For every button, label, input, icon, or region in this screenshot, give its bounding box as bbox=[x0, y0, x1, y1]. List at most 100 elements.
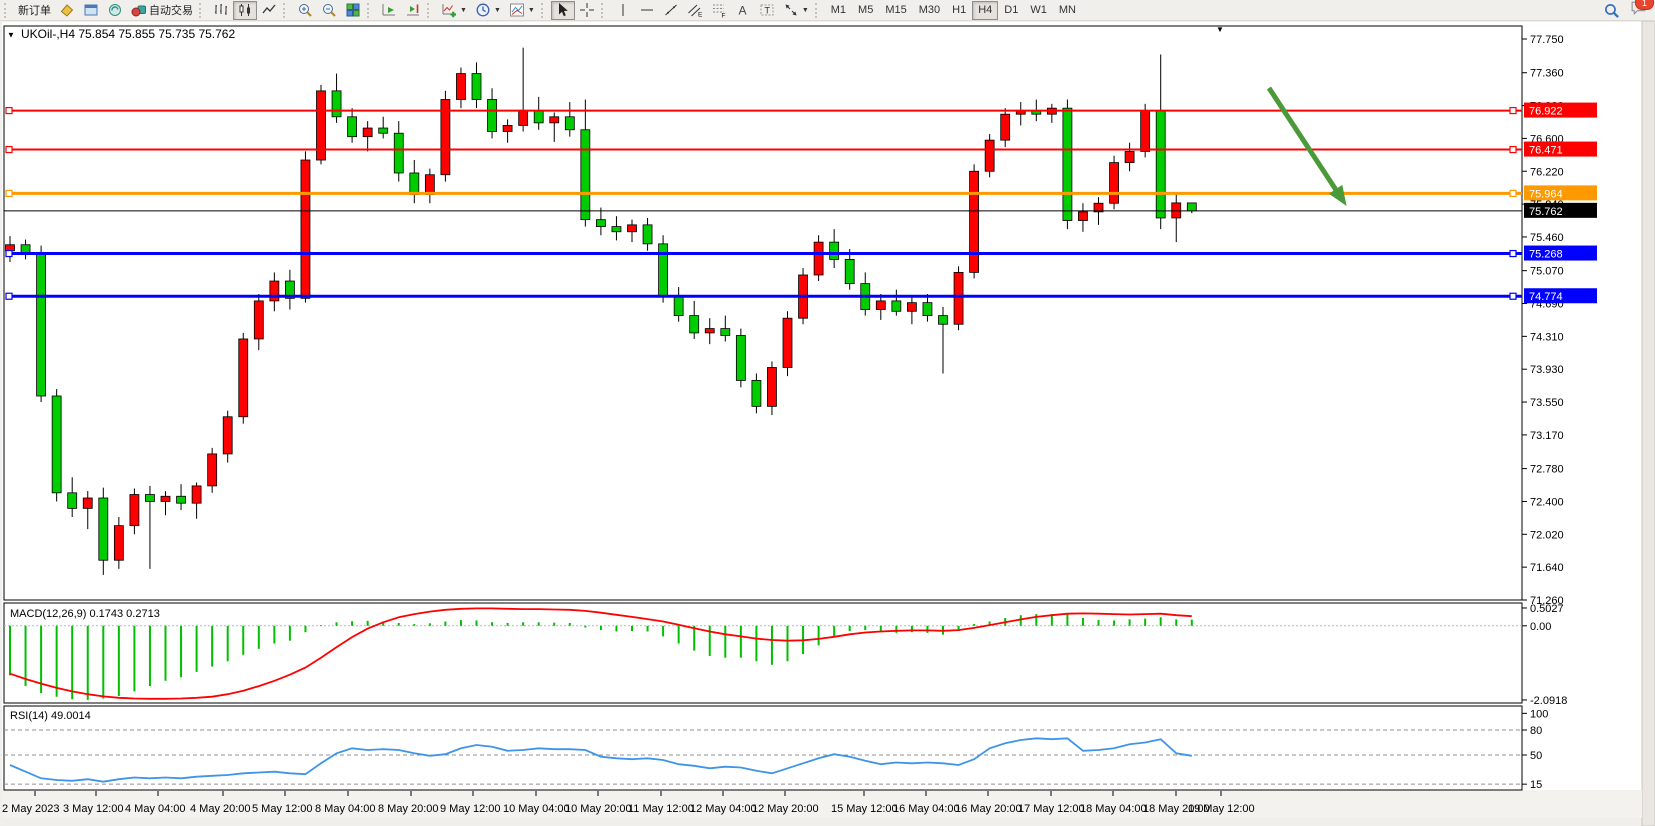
svg-text:0.5027: 0.5027 bbox=[1530, 603, 1564, 615]
profile-icon bbox=[59, 2, 75, 18]
svg-text:11 May 12:00: 11 May 12:00 bbox=[628, 803, 694, 815]
toolbar-grip[interactable] bbox=[199, 3, 205, 18]
svg-text:T: T bbox=[764, 6, 770, 16]
timeframe-h1-button[interactable]: H1 bbox=[946, 1, 972, 20]
chart-title: UKOil-,H4 75.854 75.855 75.735 75.762 bbox=[21, 27, 235, 41]
templates-icon bbox=[509, 2, 525, 18]
cursor-button[interactable] bbox=[551, 1, 575, 20]
cursor-icon bbox=[555, 2, 571, 18]
svg-text:75.070: 75.070 bbox=[1530, 266, 1564, 278]
timeframe-h4-button[interactable]: H4 bbox=[972, 1, 998, 20]
rsi-pane[interactable] bbox=[4, 706, 1522, 790]
new-order-button[interactable]: 新订单 bbox=[14, 1, 55, 20]
timeframe-mn-button[interactable]: MN bbox=[1053, 1, 1082, 20]
hline-anchor[interactable] bbox=[1510, 190, 1516, 196]
hline-anchor[interactable] bbox=[1510, 147, 1516, 153]
toolbar-grip[interactable] bbox=[283, 3, 289, 18]
toolbar-grip[interactable] bbox=[427, 3, 433, 18]
zoom-in-icon bbox=[297, 2, 313, 18]
svg-text:-2.0918: -2.0918 bbox=[1530, 695, 1567, 707]
macd-label: MACD(12,26,9) 0.1743 0.2713 bbox=[10, 608, 160, 620]
indicators-dropdown-caret[interactable]: ▼ bbox=[460, 7, 467, 14]
text-label-icon: T bbox=[759, 2, 775, 18]
notification-badge[interactable]: 1 bbox=[1635, 0, 1654, 10]
svg-text:80: 80 bbox=[1530, 725, 1542, 737]
toolbar-grip[interactable] bbox=[4, 3, 10, 18]
svg-text:75.762: 75.762 bbox=[1529, 206, 1563, 218]
templates-dropdown-caret[interactable]: ▼ bbox=[528, 7, 535, 14]
profile-button[interactable] bbox=[55, 1, 79, 20]
indicators-button[interactable]: ▼ bbox=[437, 1, 471, 20]
hline-anchor[interactable] bbox=[1510, 293, 1516, 299]
svg-text:75.964: 75.964 bbox=[1529, 188, 1563, 200]
chart-area[interactable]: 77.75077.36076.98076.60076.22075.84075.4… bbox=[0, 21, 1655, 826]
fibonacci-button[interactable]: F bbox=[707, 1, 731, 20]
vertical-line-button[interactable] bbox=[611, 1, 635, 20]
hline-anchor[interactable] bbox=[6, 108, 12, 114]
hline-anchor[interactable] bbox=[6, 251, 12, 257]
timeframe-m5-button[interactable]: M5 bbox=[852, 1, 879, 20]
svg-text:E: E bbox=[698, 12, 703, 19]
oneclick-collapse-arrow[interactable]: ▼ bbox=[7, 31, 15, 40]
chat-button[interactable]: 1 bbox=[1630, 0, 1647, 21]
rsi-label: RSI(14) 49.0014 bbox=[10, 710, 91, 722]
svg-text:73.930: 73.930 bbox=[1530, 364, 1564, 376]
periods-button[interactable]: ▼ bbox=[471, 1, 505, 20]
svg-text:74.310: 74.310 bbox=[1530, 331, 1564, 343]
macd-pane[interactable] bbox=[4, 603, 1522, 703]
toolbar-grip[interactable] bbox=[541, 3, 547, 18]
timeframe-m1-button[interactable]: M1 bbox=[825, 1, 852, 20]
autotrading-button[interactable]: 自动交易 bbox=[127, 1, 197, 20]
line-chart-button[interactable] bbox=[257, 1, 281, 20]
text-label-button[interactable]: T bbox=[755, 1, 779, 20]
svg-text:72.020: 72.020 bbox=[1530, 529, 1564, 541]
refresh-button[interactable] bbox=[103, 1, 127, 20]
hline-anchor[interactable] bbox=[6, 147, 12, 153]
svg-text:4 May 04:00: 4 May 04:00 bbox=[125, 803, 186, 815]
search-icon bbox=[1603, 2, 1620, 19]
auto-scroll-button[interactable] bbox=[377, 1, 401, 20]
templates-button[interactable]: ▼ bbox=[505, 1, 539, 20]
timeframe-m15-button[interactable]: M15 bbox=[879, 1, 912, 20]
candlestick-button[interactable] bbox=[233, 1, 257, 20]
arrows-button[interactable]: ▼ bbox=[779, 1, 813, 20]
equidistant-channel-icon: E bbox=[687, 2, 703, 18]
equidistant-channel-button[interactable]: E bbox=[683, 1, 707, 20]
hline-anchor[interactable] bbox=[1510, 108, 1516, 114]
tile-windows-button[interactable] bbox=[341, 1, 365, 20]
timeframe-d1-button[interactable]: D1 bbox=[998, 1, 1024, 20]
vertical-line-icon bbox=[615, 2, 631, 18]
crosshair-icon bbox=[579, 2, 595, 18]
periods-dropdown-caret[interactable]: ▼ bbox=[494, 7, 501, 14]
indicators-icon bbox=[441, 2, 457, 18]
charts-window-button[interactable] bbox=[79, 1, 103, 20]
mt4-window: { "toolbar": { "new_order": "新订单", "auto… bbox=[0, 0, 1655, 826]
bar-chart-button[interactable] bbox=[209, 1, 233, 20]
toolbar-grip[interactable] bbox=[601, 3, 607, 18]
arrows-dropdown-caret[interactable]: ▼ bbox=[802, 7, 809, 14]
svg-text:A: A bbox=[738, 4, 746, 18]
toolbar-grip[interactable] bbox=[815, 3, 821, 18]
timeframe-bar: M1M5M15M30H1H4D1W1MN bbox=[825, 1, 1082, 20]
main-pane[interactable] bbox=[4, 26, 1522, 600]
timeframe-m30-button[interactable]: M30 bbox=[913, 1, 946, 20]
svg-text:72.400: 72.400 bbox=[1530, 496, 1564, 508]
hline-anchor[interactable] bbox=[1510, 251, 1516, 257]
svg-text:76.220: 76.220 bbox=[1530, 166, 1564, 178]
toolbar-grip[interactable] bbox=[367, 3, 373, 18]
zoom-out-button[interactable] bbox=[317, 1, 341, 20]
hline-anchor[interactable] bbox=[6, 293, 12, 299]
search-button[interactable] bbox=[1599, 1, 1624, 20]
trendline-button[interactable] bbox=[659, 1, 683, 20]
zoom-in-button[interactable] bbox=[293, 1, 317, 20]
timeframe-w1-button[interactable]: W1 bbox=[1024, 1, 1053, 20]
svg-text:18 May 04:00: 18 May 04:00 bbox=[1080, 803, 1147, 815]
svg-text:4 May 20:00: 4 May 20:00 bbox=[190, 803, 251, 815]
right-scrollbar[interactable] bbox=[1642, 21, 1655, 826]
autotrading-icon bbox=[131, 2, 147, 18]
horizontal-line-button[interactable] bbox=[635, 1, 659, 20]
crosshair-button[interactable] bbox=[575, 1, 599, 20]
hline-anchor[interactable] bbox=[6, 190, 12, 196]
chart-shift-button[interactable] bbox=[401, 1, 425, 20]
text-button[interactable]: A bbox=[731, 1, 755, 20]
